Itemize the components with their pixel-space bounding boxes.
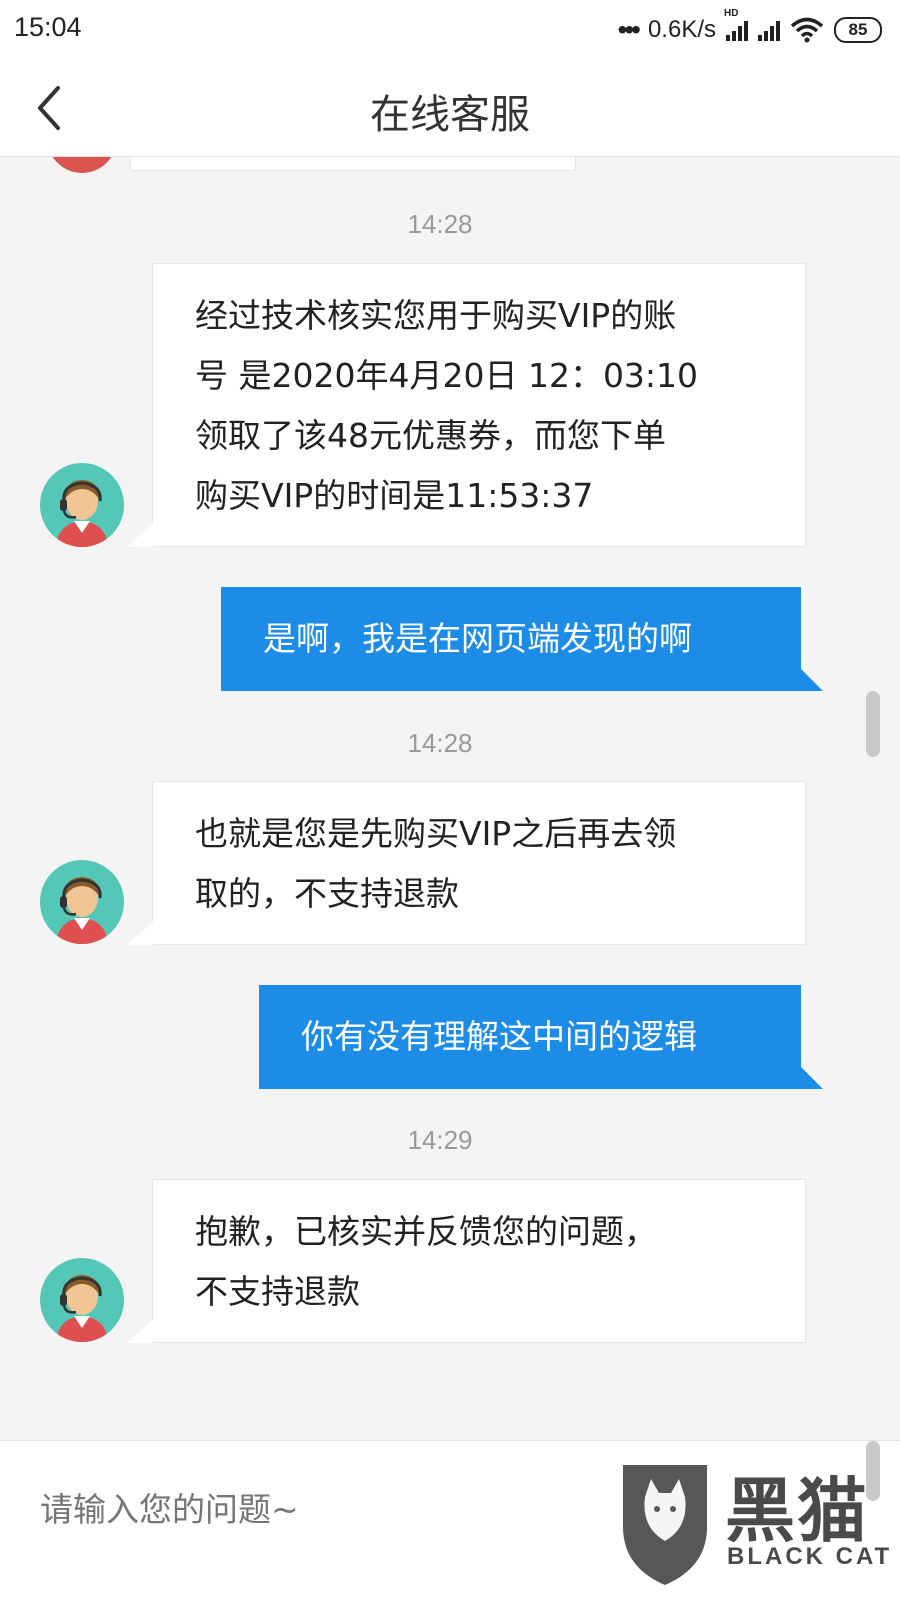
message-input[interactable] (40, 1479, 600, 1539)
agent-message-bubble: 抱歉，已核实并反馈您的问题， 不支持退款 (127, 1179, 806, 1343)
hd-signal-icon: HD (724, 8, 748, 41)
message-timestamp: 14:28 (407, 728, 473, 758)
more-dots-icon: ••• (617, 14, 641, 45)
message-line: 不支持退款 (195, 1272, 360, 1311)
battery-icon: 85 (834, 17, 882, 43)
previous-avatar (46, 157, 118, 173)
status-bar: 15:04 ••• 0.6K/s HD 85 (0, 0, 900, 60)
cat-shield-logo-icon (623, 1465, 707, 1585)
agent-avatar[interactable] (40, 860, 124, 944)
support-agent-icon (56, 877, 108, 944)
message-line: 购买VIP的时间是11:53:37 (195, 476, 594, 515)
support-agent-icon (56, 480, 108, 547)
message-line: 也就是您是先购买VIP之后再去领 (195, 814, 677, 853)
message-timestamp: 14:28 (407, 209, 473, 239)
agent-avatar[interactable] (40, 1258, 124, 1342)
support-agent-icon (56, 1275, 108, 1342)
agent-message-bubble: 也就是您是先购买VIP之后再去领 取的，不支持退款 (127, 781, 806, 945)
message-line: 抱歉，已核实并反馈您的问题， (195, 1212, 657, 1251)
message-line: 取的，不支持退款 (195, 874, 459, 913)
chat-area[interactable]: 14:28 经过技术核实您用于购买VIP的账 号 是2020年4月20日 12：… (0, 157, 900, 1460)
page-title: 在线客服 (370, 92, 530, 138)
previous-message-bubble (130, 157, 576, 171)
watermark-en: BLACK CAT (727, 1543, 893, 1570)
message-text: 你有没有理解这中间的逻辑 (301, 1017, 697, 1056)
wifi-icon (790, 17, 824, 43)
nav-bar: 在线客服 (0, 60, 900, 157)
status-indicators: ••• 0.6K/s HD 85 (617, 8, 882, 48)
message-line: 领取了该48元优惠券，而您下单 (195, 416, 666, 455)
user-message-bubble: 你有没有理解这中间的逻辑 (259, 985, 823, 1089)
message-text: 是啊，我是在网页端发现的啊 (263, 619, 692, 658)
signal-icon (758, 19, 780, 41)
bubble-tail (127, 1319, 153, 1343)
chat-scrollbar[interactable] (866, 691, 880, 757)
watermark-cn: 黑猫 (725, 1470, 869, 1552)
bubble-tail (127, 523, 153, 547)
bubble-tail (801, 1067, 823, 1089)
black-cat-watermark: 黑猫 BLACK CAT (615, 1455, 900, 1595)
bubble-tail (127, 921, 153, 945)
hd-label: HD (724, 8, 739, 19)
bubble-tail (801, 669, 823, 691)
message-line: 号 是2020年4月20日 12：03:10 (195, 356, 699, 395)
status-time: 15:04 (14, 12, 82, 42)
agent-avatar[interactable] (40, 463, 124, 547)
agent-message-bubble: 经过技术核实您用于购买VIP的账 号 是2020年4月20日 12：03:10 … (127, 263, 806, 547)
user-message-bubble: 是啊，我是在网页端发现的啊 (221, 587, 823, 691)
message-line: 经过技术核实您用于购买VIP的账 (195, 296, 677, 335)
network-speed: 0.6K/s (647, 16, 716, 43)
message-timestamp: 14:29 (407, 1125, 473, 1155)
